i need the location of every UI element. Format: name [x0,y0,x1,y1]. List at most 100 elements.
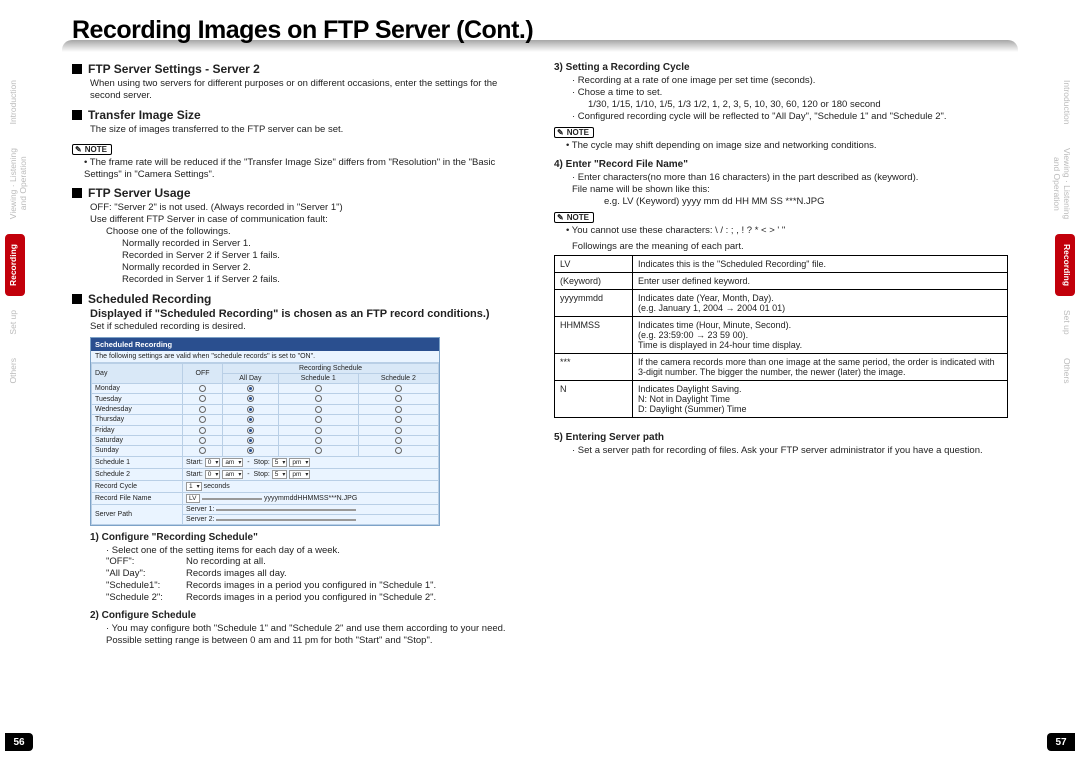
radio-allday[interactable] [223,435,279,445]
s2-start-ap[interactable]: am [222,470,243,479]
s2-start-h[interactable]: 0 [205,470,221,479]
radio-off[interactable] [183,446,223,456]
meaning-val: Indicates Daylight Saving. N: Not in Day… [633,380,1008,417]
meaning-key: HHMMSS [555,316,633,353]
s1-stop-ap[interactable]: pm [289,458,310,467]
sched-th-allday: All Day [223,374,279,384]
sched-th-s2: Schedule 2 [358,374,438,384]
meaning-val: Enter user defined keyword. [633,272,1008,289]
pencil-icon: ✎ [557,213,564,222]
nav-tab[interactable]: Introduction [1055,70,1075,134]
meaning-val: Indicates this is the "Scheduled Recordi… [633,255,1008,272]
step3-h: 3) Setting a Recording Cycle [554,62,1008,73]
server2-path[interactable] [216,519,356,521]
radio-s2[interactable] [358,384,438,394]
usage-l7: Recorded in Server 1 if Server 2 fails. [122,274,526,286]
note-text-1: • The frame rate will be reduced if the … [84,157,526,181]
pencil-icon: ✎ [557,128,564,137]
row-schedule2-label: Schedule 2 [92,468,183,480]
note-text-2: • The cycle may shift depending on image… [566,140,1008,152]
radio-s1[interactable] [278,394,358,404]
usage-l5: Recorded in Server 2 if Server 1 fails. [122,250,526,262]
s1-stop-h[interactable]: 5 [272,458,288,467]
step4-h: 4) Enter "Record File Name" [554,159,1008,170]
h-sched-rec: Scheduled Recording [72,292,526,306]
s2-stop-h[interactable]: 5 [272,470,288,479]
day-name: Wednesday [92,404,183,414]
radio-off[interactable] [183,415,223,425]
meaning-key: (Keyword) [555,272,633,289]
schedule-day-row: Saturday [92,435,439,445]
sched-desc: Set if scheduled recording is desired. [90,321,526,333]
step2-h: 2) Configure Schedule [90,610,526,621]
meaning-key: yyyymmdd [555,289,633,316]
s1-start-h[interactable]: 0 [205,458,221,467]
radio-off[interactable] [183,394,223,404]
nav-tab[interactable]: Recording [5,234,25,296]
h-transfer-size: Transfer Image Size [72,108,526,122]
s2-stop-ap[interactable]: pm [289,470,310,479]
nav-tab[interactable]: Introduction [5,70,25,134]
usage-l4: Normally recorded in Server 1. [122,238,526,250]
radio-allday[interactable] [223,446,279,456]
radio-s2[interactable] [358,435,438,445]
radio-off[interactable] [183,384,223,394]
server1-path[interactable] [216,509,356,511]
nav-tab[interactable]: Set up [5,300,25,345]
radio-off[interactable] [183,435,223,445]
day-name: Saturday [92,435,183,445]
radio-off[interactable] [183,404,223,414]
step5-b: · Set a server path for recording of fil… [572,445,1008,457]
note-badge-1: ✎NOTE [72,144,112,155]
radio-s2[interactable] [358,404,438,414]
radio-s1[interactable] [278,435,358,445]
note-text-3: • You cannot use these characters: \ / :… [566,225,1008,237]
step2-b1: · You may configure both "Schedule 1" an… [106,623,526,635]
h-ftp-usage: FTP Server Usage [72,186,526,200]
day-name: Thursday [92,415,183,425]
sched-th-group: Recording Schedule [223,364,439,374]
radio-allday[interactable] [223,394,279,404]
radio-s1[interactable] [278,415,358,425]
nav-tab[interactable]: Viewing · Listening and Operation [1055,138,1075,229]
nav-tab[interactable]: Set up [1055,300,1075,345]
radio-s1[interactable] [278,425,358,435]
nav-tab[interactable]: Others [1055,348,1075,394]
p-transfer-size: The size of images transferred to the FT… [90,124,526,136]
step3-b4: · Configured recording cycle will be ref… [572,111,1008,123]
radio-allday[interactable] [223,384,279,394]
radio-s2[interactable] [358,446,438,456]
file-keyword[interactable] [202,498,262,500]
note-label-2: NOTE [567,128,589,137]
meaning-row: NIndicates Daylight Saving. N: Not in Da… [555,380,1008,417]
row-path-s2: Server 2: [183,514,439,524]
schedule-day-row: Monday [92,384,439,394]
radio-s1[interactable] [278,404,358,414]
step2-b2: Possible setting range is between 0 am a… [106,635,526,647]
row-file-label: Record File Name [92,492,183,504]
nav-tab[interactable]: Recording [1055,234,1075,296]
radio-s2[interactable] [358,394,438,404]
file-prefix[interactable]: LV [186,494,200,503]
radio-s1[interactable] [278,446,358,456]
note-label-3: NOTE [567,213,589,222]
nav-tab[interactable]: Others [5,348,25,394]
step4-b3: e.g. LV (Keyword) yyyy mm dd HH MM SS **… [604,196,1008,208]
row-path-s1: Server 1: [183,504,439,514]
left-side-tabs: Introduction Viewing · Listening and Oper… [5,70,25,394]
radio-allday[interactable] [223,425,279,435]
day-name: Monday [92,384,183,394]
radio-allday[interactable] [223,404,279,414]
radio-s2[interactable] [358,415,438,425]
h-ftp-usage-text: FTP Server Usage [88,186,191,200]
radio-s2[interactable] [358,425,438,435]
nav-tab[interactable]: Viewing · Listening and Operation [5,138,25,229]
radio-allday[interactable] [223,415,279,425]
row-file-val: LV yyyymmddHHMMSS***N.JPG [183,492,439,504]
radio-off[interactable] [183,425,223,435]
step1-h: 1) Configure "Recording Schedule" [90,532,526,543]
cycle-val[interactable]: 1 [186,482,202,491]
meaning-val: Indicates time (Hour, Minute, Second). (… [633,316,1008,353]
radio-s1[interactable] [278,384,358,394]
s1-start-ap[interactable]: am [222,458,243,467]
